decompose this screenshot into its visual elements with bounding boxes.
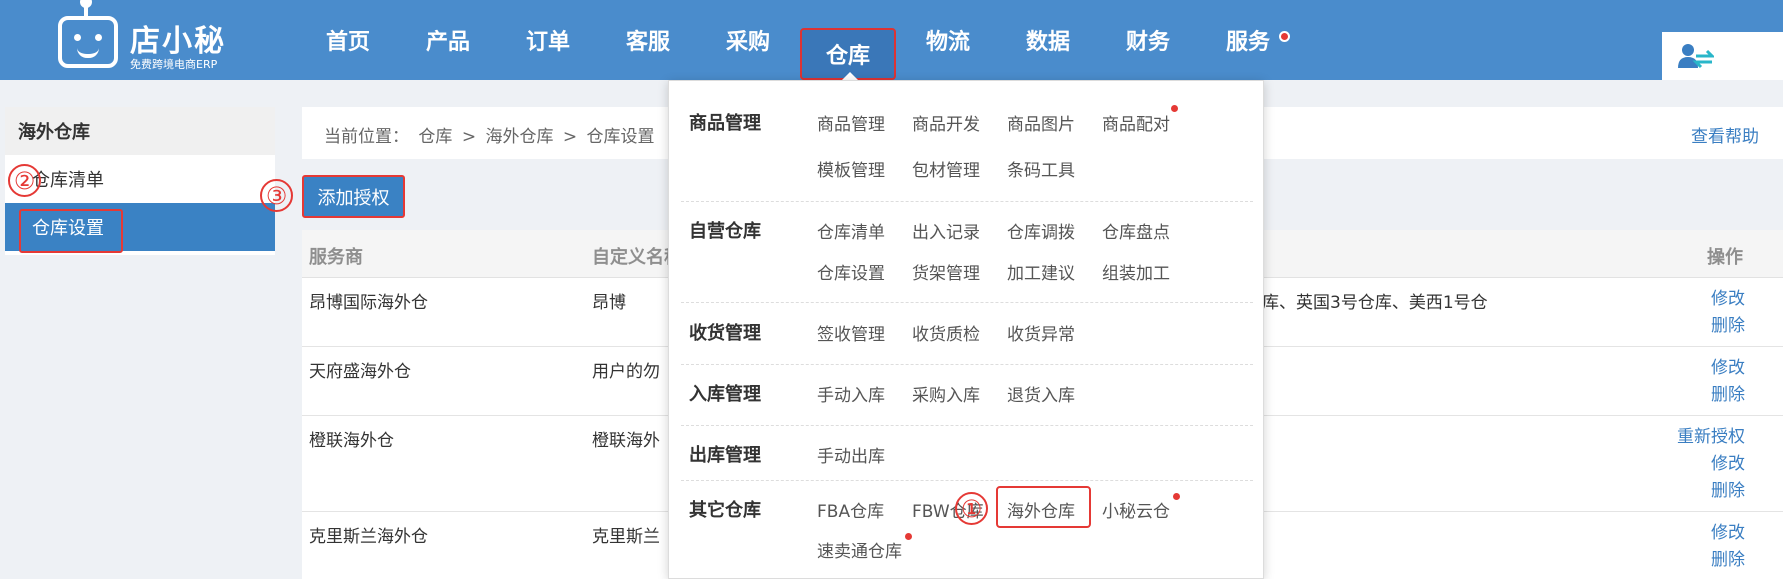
edit-link[interactable]: 修改 bbox=[1711, 355, 1745, 382]
annotation-3: ③ bbox=[260, 179, 293, 212]
menu-item[interactable]: 收货质检 bbox=[912, 320, 980, 345]
services-notification-dot bbox=[1279, 31, 1290, 42]
group-title-product: 商品管理 bbox=[689, 113, 761, 134]
logo-title: 店小秘 bbox=[130, 24, 226, 59]
annotation-1: ① bbox=[955, 492, 988, 525]
menu-item[interactable]: 模板管理 bbox=[817, 156, 885, 181]
cell-custom-name: 克里斯兰 bbox=[592, 527, 660, 547]
highlight-box-overseas-warehouse bbox=[996, 486, 1091, 528]
divider bbox=[681, 480, 1253, 481]
menu-item[interactable]: 商品管理 bbox=[817, 110, 885, 135]
menu-item[interactable]: 条码工具 bbox=[1007, 156, 1075, 181]
reauthorize-link[interactable]: 重新授权 bbox=[1677, 424, 1745, 451]
top-navbar: 店小秘 免费跨境电商ERP 首页 产品 订单 客服 采购 仓库 物流 数据 财务… bbox=[0, 0, 1783, 80]
nav-warehouse[interactable]: 仓库 bbox=[800, 28, 896, 80]
breadcrumb: 当前位置： 仓库 > 海外仓库 > 仓库设置 bbox=[324, 122, 659, 147]
cell-custom-name: 用户的勿 bbox=[592, 362, 660, 382]
divider bbox=[681, 302, 1253, 303]
menu-item[interactable]: 仓库设置 bbox=[817, 259, 885, 284]
menu-item-xiaomi-cloud[interactable]: 小秘云仓 bbox=[1102, 497, 1170, 522]
nav-products[interactable]: 产品 bbox=[400, 0, 496, 80]
col-action: 操作 bbox=[1707, 247, 1743, 268]
divider bbox=[681, 364, 1253, 365]
sidebar: 海外仓库 仓库清单 仓库设置 bbox=[5, 107, 275, 255]
sidebar-item-warehouse-list[interactable]: 仓库清单 bbox=[5, 155, 275, 203]
breadcrumb-item-warehouse[interactable]: 仓库 bbox=[418, 127, 452, 147]
cell-provider: 天府盛海外仓 bbox=[309, 362, 411, 382]
logo-subtitle: 免费跨境电商ERP bbox=[130, 58, 218, 71]
menu-item[interactable]: 商品配对 bbox=[1102, 110, 1170, 135]
breadcrumb-prefix: 当前位置： bbox=[324, 127, 409, 147]
group-title-receiving: 收货管理 bbox=[689, 323, 761, 344]
nav-home[interactable]: 首页 bbox=[300, 0, 396, 80]
menu-item[interactable]: 出入记录 bbox=[912, 218, 980, 243]
breadcrumb-item-overseas[interactable]: 海外仓库 bbox=[485, 127, 553, 147]
menu-item[interactable]: 仓库盘点 bbox=[1102, 218, 1170, 243]
group-title-outbound: 出库管理 bbox=[689, 445, 761, 466]
col-provider: 服务商 bbox=[309, 247, 363, 268]
edit-link[interactable]: 修改 bbox=[1711, 520, 1745, 547]
delete-link[interactable]: 删除 bbox=[1711, 313, 1745, 340]
nav-purchasing[interactable]: 采购 bbox=[700, 0, 796, 80]
menu-item[interactable]: 包材管理 bbox=[912, 156, 980, 181]
cell-custom-name: 橙联海外 bbox=[592, 431, 660, 451]
row-actions: 修改 删除 bbox=[1711, 520, 1745, 574]
menu-item[interactable]: 仓库清单 bbox=[817, 218, 885, 243]
breadcrumb-item-settings: 仓库设置 bbox=[586, 127, 655, 147]
menu-item[interactable]: 采购入库 bbox=[912, 381, 980, 406]
group-title-inbound: 入库管理 bbox=[689, 384, 761, 405]
cell-warehouses: 库、英国3号仓库、美西1号仓 bbox=[1262, 293, 1488, 313]
new-dot bbox=[1171, 105, 1178, 112]
cell-provider: 橙联海外仓 bbox=[309, 431, 394, 451]
cell-provider: 克里斯兰海外仓 bbox=[309, 527, 428, 547]
breadcrumb-separator: > bbox=[562, 127, 578, 147]
menu-item[interactable]: 手动入库 bbox=[817, 381, 885, 406]
help-link[interactable]: 查看帮助 bbox=[1691, 122, 1759, 147]
add-authorization-button[interactable]: 添加授权 bbox=[302, 175, 405, 218]
nav-orders[interactable]: 订单 bbox=[500, 0, 596, 80]
menu-item[interactable]: 组装加工 bbox=[1102, 259, 1170, 284]
user-menu[interactable] bbox=[1662, 32, 1783, 80]
menu-item-aliexpress-warehouse[interactable]: 速卖通仓库 bbox=[817, 537, 902, 562]
menu-item[interactable]: 商品图片 bbox=[1007, 110, 1075, 135]
delete-link[interactable]: 删除 bbox=[1711, 382, 1745, 409]
new-dot bbox=[1173, 493, 1180, 500]
nav-customer-service[interactable]: 客服 bbox=[600, 0, 696, 80]
app-logo[interactable]: 店小秘 免费跨境电商ERP bbox=[58, 0, 248, 72]
menu-item-fba[interactable]: FBA仓库 bbox=[817, 497, 884, 522]
highlight-box-warehouse-settings bbox=[19, 209, 123, 253]
menu-item[interactable]: 商品开发 bbox=[912, 110, 980, 135]
new-dot bbox=[905, 533, 912, 540]
delete-link[interactable]: 删除 bbox=[1711, 547, 1745, 574]
divider bbox=[681, 201, 1253, 202]
menu-item[interactable]: 加工建议 bbox=[1007, 259, 1075, 284]
edit-link[interactable]: 修改 bbox=[1677, 451, 1745, 478]
robot-logo-icon bbox=[58, 0, 118, 68]
warehouse-dropdown-menu: 商品管理 商品管理 商品开发 商品图片 商品配对 模板管理 包材管理 条码工具 … bbox=[668, 80, 1264, 579]
group-title-own-warehouse: 自营仓库 bbox=[689, 221, 761, 242]
nav-logistics[interactable]: 物流 bbox=[900, 0, 996, 80]
menu-item[interactable]: 手动出库 bbox=[817, 442, 885, 467]
user-switch-icon bbox=[1678, 44, 1714, 69]
cell-provider: 昂博国际海外仓 bbox=[309, 293, 428, 313]
sidebar-title: 海外仓库 bbox=[5, 107, 275, 155]
nav-finance[interactable]: 财务 bbox=[1100, 0, 1196, 80]
menu-item[interactable]: 货架管理 bbox=[912, 259, 980, 284]
row-actions: 修改 删除 bbox=[1711, 355, 1745, 409]
delete-link[interactable]: 删除 bbox=[1677, 478, 1745, 505]
nav-data[interactable]: 数据 bbox=[1000, 0, 1096, 80]
menu-item[interactable]: 签收管理 bbox=[817, 320, 885, 345]
menu-item[interactable]: 退货入库 bbox=[1007, 381, 1075, 406]
edit-link[interactable]: 修改 bbox=[1711, 286, 1745, 313]
divider bbox=[681, 425, 1253, 426]
menu-item[interactable]: 收货异常 bbox=[1007, 320, 1075, 345]
breadcrumb-separator: > bbox=[461, 127, 477, 147]
row-actions: 修改 删除 bbox=[1711, 286, 1745, 340]
menu-item[interactable]: 仓库调拨 bbox=[1007, 218, 1075, 243]
row-actions: 重新授权 修改 删除 bbox=[1677, 424, 1745, 505]
group-title-other-warehouse: 其它仓库 bbox=[689, 500, 761, 521]
annotation-2: ② bbox=[8, 164, 41, 197]
cell-custom-name: 昂博 bbox=[592, 293, 626, 313]
